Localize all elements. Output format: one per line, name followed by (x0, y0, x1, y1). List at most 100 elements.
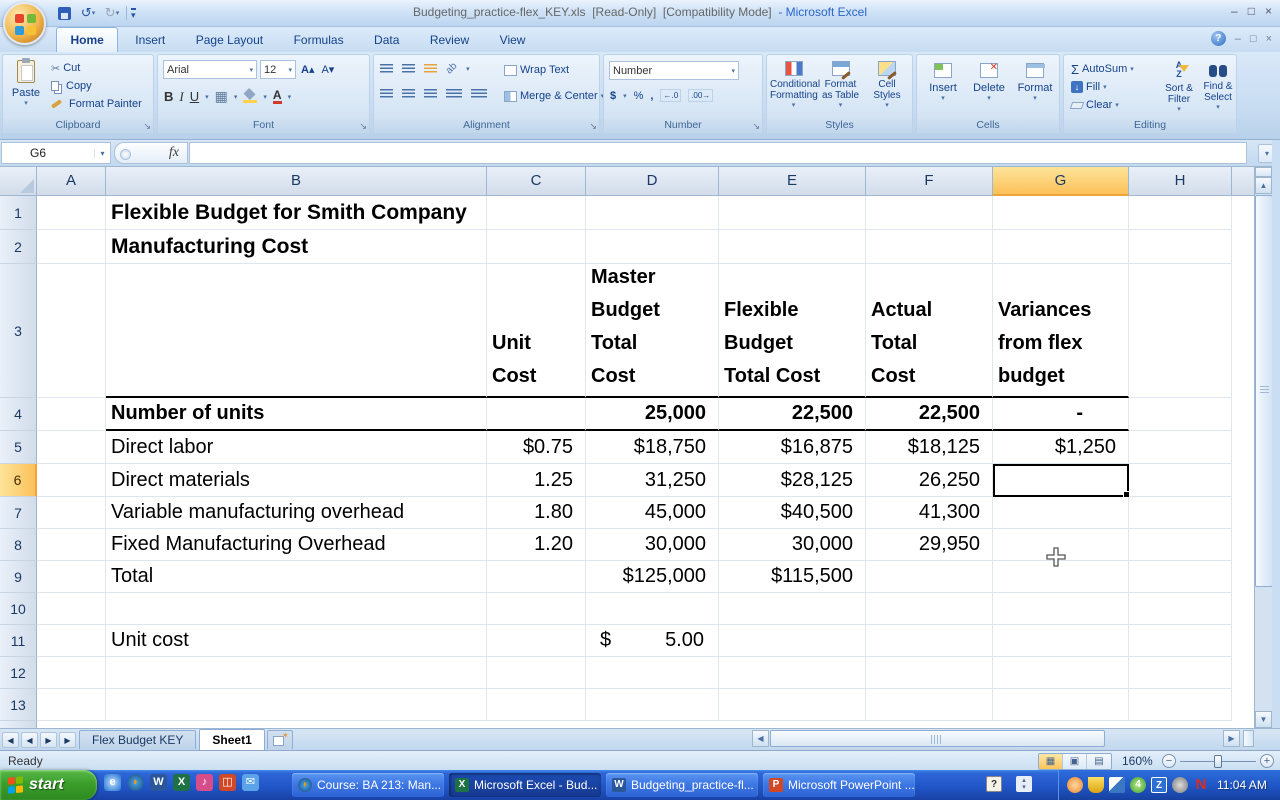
excel-icon[interactable]: X (173, 774, 190, 791)
fill-color-dropdown-icon[interactable]: ▾ (263, 93, 267, 101)
tray-clock-app-icon[interactable] (1067, 777, 1083, 793)
scroll-down-icon[interactable]: ▼ (1255, 711, 1272, 728)
cell-d2[interactable] (586, 230, 719, 264)
font-size-select[interactable]: 12▾ (260, 60, 296, 79)
horizontal-scrollbar[interactable]: ◀ ▶ (752, 730, 1240, 747)
column-header-h[interactable]: H (1129, 167, 1232, 196)
formula-input[interactable] (189, 142, 1247, 164)
column-header-g-selected[interactable]: G (993, 167, 1129, 196)
task-button-word[interactable]: W Budgeting_practice-fl... (606, 773, 758, 797)
normal-view-icon[interactable]: ▦ (1039, 754, 1063, 769)
task-button-powerpoint[interactable]: P Microsoft PowerPoint ... (763, 773, 915, 797)
cell-c8[interactable]: 1.20 (487, 529, 586, 561)
cell-g1[interactable] (993, 196, 1129, 230)
cell-styles-button[interactable]: Cell Styles ▾ (865, 61, 909, 109)
cell-e8[interactable]: 30,000 (719, 529, 866, 561)
cell-a5[interactable] (37, 431, 106, 464)
cell-a6[interactable] (37, 464, 106, 497)
restore-button[interactable]: □ (1248, 4, 1255, 18)
row-header-8[interactable]: 8 (0, 529, 37, 561)
cell-b9[interactable]: Total (106, 561, 487, 593)
cell-a12[interactable] (37, 657, 106, 689)
row-header-1[interactable]: 1 (0, 196, 37, 230)
decrease-indent-button[interactable] (446, 89, 462, 98)
scroll-up-icon[interactable]: ▲ (1255, 177, 1272, 194)
tab-review[interactable]: Review (417, 28, 482, 53)
cell-d5[interactable]: $18,750 (586, 431, 719, 464)
cell-f10[interactable] (866, 593, 993, 625)
scroll-right-icon[interactable]: ▶ (1223, 730, 1240, 747)
borders-button[interactable]: ▦ (215, 88, 228, 105)
cell-d12[interactable] (586, 657, 719, 689)
cell-h13[interactable] (1129, 689, 1232, 721)
task-button-excel-active[interactable]: X Microsoft Excel - Bud... (449, 773, 601, 797)
tray-z-icon[interactable]: Z (1151, 777, 1167, 793)
merge-center-button[interactable]: Merge & Center ▾ (502, 87, 606, 105)
fill-button[interactable]: ↓Fill▾ (1069, 78, 1136, 96)
row-header-2[interactable]: 2 (0, 230, 37, 264)
cell-e13[interactable] (719, 689, 866, 721)
alignment-dialog-launcher-icon[interactable]: ↘ (589, 121, 597, 132)
cell-b10[interactable] (106, 593, 487, 625)
cell-h2[interactable] (1129, 230, 1232, 264)
cell-c10[interactable] (487, 593, 586, 625)
italic-button[interactable]: I (179, 89, 183, 105)
cell-e3-header[interactable]: Flexible Budget Total Cost (719, 264, 866, 398)
zoom-thumb[interactable] (1214, 755, 1222, 768)
row-header-11[interactable]: 11 (0, 625, 37, 657)
cell-h10[interactable] (1129, 593, 1232, 625)
row-header-3[interactable]: 3 (0, 264, 37, 398)
cell-h8[interactable] (1129, 529, 1232, 561)
cell-g13[interactable] (993, 689, 1129, 721)
cell-a10[interactable] (37, 593, 106, 625)
cell-a2[interactable] (37, 230, 106, 264)
tab-data[interactable]: Data (361, 28, 412, 53)
tray-speaker-icon[interactable] (1172, 777, 1188, 793)
conditional-formatting-button[interactable]: Conditional Formatting ▾ (770, 61, 817, 109)
tab-formulas[interactable]: Formulas (281, 28, 357, 53)
cell-e2[interactable] (719, 230, 866, 264)
align-top-button[interactable] (380, 64, 393, 73)
cell-e12[interactable] (719, 657, 866, 689)
column-header-b[interactable]: B (106, 167, 487, 196)
shrink-font-button[interactable]: A▾ (319, 60, 336, 78)
format-as-table-button[interactable]: Format as Table ▾ (818, 61, 863, 109)
show-hidden-icons-chevron-icon[interactable]: ▴▾ (1016, 776, 1032, 792)
insert-function-button[interactable]: fx (114, 142, 188, 164)
accounting-format-button[interactable]: $ (610, 90, 616, 102)
zoom-in-icon[interactable]: + (1260, 754, 1274, 768)
delete-cells-button[interactable]: Delete ▾ (967, 63, 1011, 102)
cell-c2[interactable] (487, 230, 586, 264)
cell-e6[interactable]: $28,125 (719, 464, 866, 497)
tab-view[interactable]: View (487, 28, 539, 53)
cell-g11[interactable] (993, 625, 1129, 657)
cell-d13[interactable] (586, 689, 719, 721)
cell-b5[interactable]: Direct labor (106, 431, 487, 464)
close-button[interactable]: × (1265, 4, 1272, 18)
increase-decimal-button[interactable]: ←.0 (660, 89, 681, 102)
font-color-button[interactable]: A (273, 89, 282, 104)
cell-h3[interactable] (1129, 264, 1232, 398)
align-right-button[interactable] (424, 89, 437, 98)
cell-b2-title[interactable]: Manufacturing Cost (106, 230, 487, 264)
cell-h12[interactable] (1129, 657, 1232, 689)
cut-button[interactable]: ✂Cut (49, 59, 144, 77)
cell-a13[interactable] (37, 689, 106, 721)
cell-f8[interactable]: 29,950 (866, 529, 993, 561)
cell-d4[interactable]: 25,000 (586, 398, 719, 431)
clear-button[interactable]: Clear▾ (1069, 96, 1136, 114)
cell-a7[interactable] (37, 497, 106, 529)
cell-f12[interactable] (866, 657, 993, 689)
cell-f6[interactable]: 26,250 (866, 464, 993, 497)
cell-g5[interactable]: $1,250 (993, 431, 1129, 464)
comma-style-button[interactable]: , (650, 90, 653, 102)
row-header-5[interactable]: 5 (0, 431, 37, 464)
help-icon[interactable]: ? (1211, 31, 1226, 46)
last-sheet-icon[interactable]: ▶ (59, 732, 76, 748)
tray-shield-icon[interactable] (1088, 777, 1104, 793)
insert-cells-button[interactable]: Insert ▾ (921, 63, 965, 102)
internet-explorer-icon[interactable]: e (104, 774, 121, 791)
percent-style-button[interactable]: % (634, 90, 644, 102)
align-left-button[interactable] (380, 89, 393, 98)
cell-a9[interactable] (37, 561, 106, 593)
